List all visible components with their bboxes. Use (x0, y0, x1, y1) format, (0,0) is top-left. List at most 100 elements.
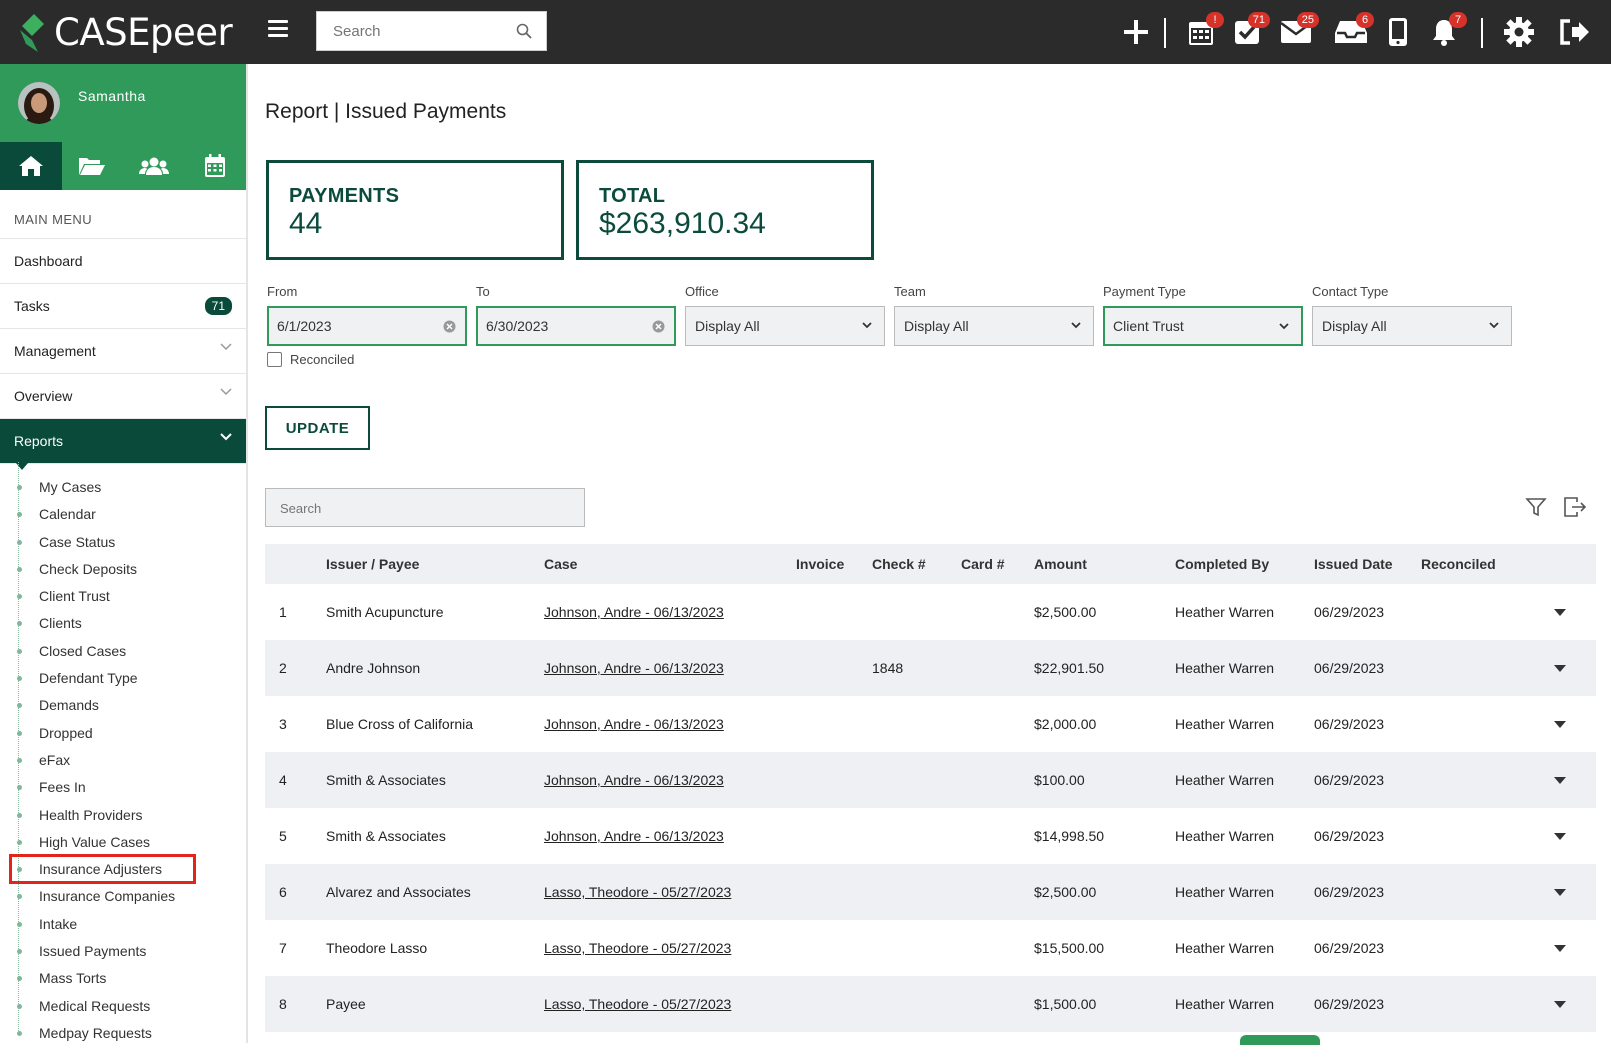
report-link-efax[interactable]: eFax (0, 734, 246, 774)
report-link-fees-in[interactable]: Fees In (0, 762, 246, 801)
row-expand-caret-icon[interactable] (1554, 721, 1566, 728)
filter-funnel-icon[interactable] (1525, 496, 1547, 518)
column-header-completed-by[interactable]: Completed By (1175, 544, 1269, 584)
payment-type-select[interactable]: Client Trust (1103, 306, 1303, 346)
filter-from: From 6/1/2023 (267, 284, 467, 346)
column-header-reconciled[interactable]: Reconciled (1421, 544, 1496, 584)
gear-icon[interactable] (1502, 14, 1536, 50)
mobile-phone-icon[interactable] (1381, 14, 1415, 50)
row-expand-caret-icon[interactable] (1554, 1001, 1566, 1008)
tab-cases[interactable] (62, 142, 124, 190)
report-link-my-cases[interactable]: My Cases (0, 461, 246, 501)
row-expand-caret-icon[interactable] (1554, 889, 1566, 896)
column-header-issued-date[interactable]: Issued Date (1314, 544, 1393, 584)
case-link[interactable]: Johnson, Andre - 06/13/2023 (544, 828, 724, 844)
table-row: 7 Theodore Lasso Lasso, Theodore - 05/27/2… (265, 920, 1596, 976)
search-icon[interactable] (516, 23, 532, 39)
report-link-dropped[interactable]: Dropped (0, 707, 246, 747)
report-link-high-value-cases[interactable]: High Value Cases (0, 816, 246, 856)
sidebar-item-label: Dashboard (14, 253, 83, 269)
logout-icon[interactable] (1557, 14, 1591, 50)
office-select[interactable]: Display All (685, 306, 885, 346)
column-header-card[interactable]: Card # (961, 544, 1005, 584)
sidebar-item-reports[interactable]: Reports (0, 419, 246, 470)
amount-cell: $2,500.00 (1034, 884, 1097, 900)
casepeer-leaf-icon (20, 14, 44, 52)
help-tab[interactable] (1240, 1035, 1320, 1045)
column-header-check[interactable]: Check # (872, 544, 926, 584)
contact-type-select[interactable]: Display All (1312, 306, 1512, 346)
hamburger-menu-icon[interactable] (268, 20, 288, 38)
reconciled-checkbox[interactable] (267, 352, 282, 367)
chevron-down-icon (220, 433, 232, 441)
team-select[interactable]: Display All (894, 306, 1094, 346)
sidebar-item-dashboard[interactable]: Dashboard (0, 239, 246, 284)
tasks-check-icon[interactable]: 71 (1230, 12, 1270, 50)
sidebar-item-tasks[interactable]: Tasks 71 (0, 284, 246, 329)
sidebar-item-label: Tasks (14, 298, 50, 314)
clear-icon[interactable] (652, 320, 665, 333)
report-link-demands[interactable]: Demands (0, 680, 246, 719)
row-expand-caret-icon[interactable] (1554, 833, 1566, 840)
case-link[interactable]: Johnson, Andre - 06/13/2023 (544, 716, 724, 732)
avatar[interactable] (18, 82, 60, 124)
update-button[interactable]: UPDATE (265, 406, 370, 450)
column-header-invoice[interactable]: Invoice (796, 544, 844, 584)
case-link[interactable]: Lasso, Theodore - 05/27/2023 (544, 996, 731, 1012)
report-link-closed-cases[interactable]: Closed Cases (0, 625, 246, 665)
sidebar-item-label: Management (14, 343, 96, 359)
column-header-case[interactable]: Case (544, 544, 577, 584)
payments-table: Issuer / Payee Case Invoice Check # Card… (265, 544, 1596, 1032)
column-header-payee[interactable]: Issuer / Payee (326, 544, 419, 584)
sidebar-item-overview[interactable]: Overview (0, 374, 246, 419)
completed-by-cell: Heather Warren (1175, 716, 1275, 732)
to-date-input[interactable]: 6/30/2023 (476, 306, 676, 346)
case-link[interactable]: Johnson, Andre - 06/13/2023 (544, 604, 724, 620)
report-link-medpay-requests[interactable]: Medpay Requests (0, 1007, 246, 1043)
column-header-amount[interactable]: Amount (1034, 544, 1087, 584)
casepeer-logo[interactable]: CASEpeer (18, 10, 233, 54)
add-icon[interactable] (1119, 14, 1153, 50)
mail-badge: 25 (1296, 12, 1319, 28)
report-link-calendar[interactable]: Calendar (0, 489, 246, 528)
report-link-clients[interactable]: Clients (0, 598, 246, 637)
issued-date-cell: 06/29/2023 (1314, 828, 1385, 844)
export-icon[interactable] (1563, 496, 1587, 518)
clear-icon[interactable] (443, 320, 456, 333)
payee-cell: Blue Cross of California (326, 716, 474, 732)
tab-home[interactable] (0, 142, 62, 190)
total-value: $263,910.34 (599, 207, 766, 240)
from-date-input[interactable]: 6/1/2023 (267, 306, 467, 346)
report-link-mass-torts[interactable]: Mass Torts (0, 953, 246, 992)
row-expand-caret-icon[interactable] (1554, 609, 1566, 616)
table-search-input[interactable] (278, 489, 562, 527)
report-link-defendant-type[interactable]: Defendant Type (0, 652, 246, 692)
report-link-case-status[interactable]: Case Status (0, 516, 246, 556)
row-expand-caret-icon[interactable] (1554, 777, 1566, 784)
calendar-icon[interactable]: ! (1184, 12, 1224, 50)
report-link-health-providers[interactable]: Health Providers (0, 789, 246, 829)
row-expand-caret-icon[interactable] (1554, 945, 1566, 952)
report-link-medical-requests[interactable]: Medical Requests (0, 980, 246, 1020)
sidebar-item-management[interactable]: Management (0, 329, 246, 374)
payee-cell: Smith Acupuncture (326, 604, 444, 620)
issued-date-cell: 06/29/2023 (1314, 716, 1385, 732)
report-link-insurance-companies[interactable]: Insurance Companies (0, 871, 246, 910)
row-expand-caret-icon[interactable] (1554, 665, 1566, 672)
case-link[interactable]: Lasso, Theodore - 05/27/2023 (544, 884, 731, 900)
report-link-check-deposits[interactable]: Check Deposits (0, 543, 246, 583)
mail-icon[interactable]: 25 (1279, 12, 1319, 50)
case-link[interactable]: Johnson, Andre - 06/13/2023 (544, 660, 724, 676)
global-search-input[interactable] (331, 12, 515, 50)
case-link[interactable]: Johnson, Andre - 06/13/2023 (544, 772, 724, 788)
tab-calendar[interactable] (185, 142, 247, 190)
report-link-intake[interactable]: Intake (0, 898, 246, 938)
case-link[interactable]: Lasso, Theodore - 05/27/2023 (544, 940, 731, 956)
report-link-issued-payments[interactable]: Issued Payments (0, 925, 246, 965)
notifications-bell-icon[interactable]: 7 (1427, 12, 1467, 50)
total-amount-card: TOTAL $263,910.34 (576, 160, 874, 260)
tab-contacts[interactable] (123, 142, 185, 190)
inbox-tray-icon[interactable]: 6 (1334, 12, 1374, 50)
tasks-badge: 71 (1247, 12, 1270, 28)
report-link-client-trust[interactable]: Client Trust (0, 571, 246, 610)
